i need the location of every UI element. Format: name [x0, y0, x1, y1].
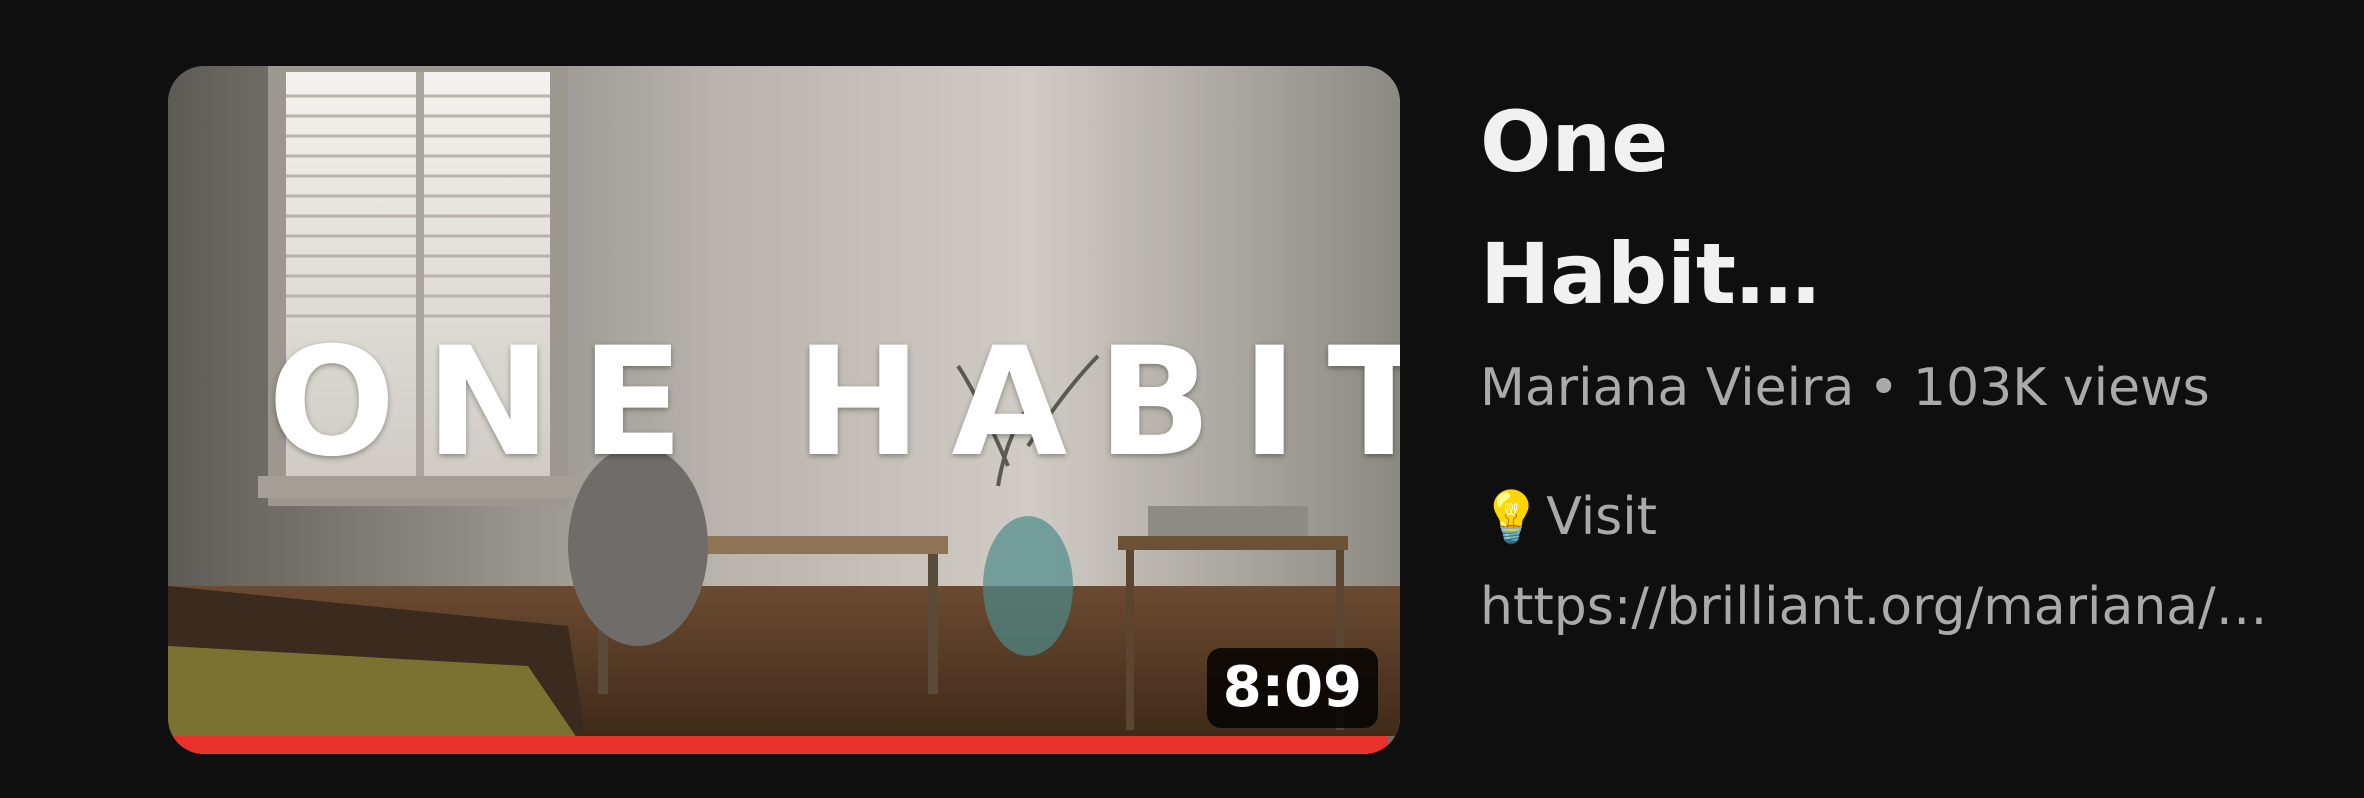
watch-progress-bar: [168, 736, 1400, 754]
video-details: One Habit… Mariana Vieira • 103K views 💡Vi…: [1480, 76, 2320, 652]
lightbulb-icon: 💡: [1480, 488, 1543, 546]
video-metadata: Mariana Vieira • 103K views: [1480, 358, 2320, 418]
video-title-line2[interactable]: Habit…: [1480, 208, 2320, 340]
watch-progress-fill: [168, 736, 1388, 754]
video-title-line1[interactable]: One: [1480, 76, 2320, 208]
video-title[interactable]: One Habit…: [1480, 76, 2320, 340]
video-description: 💡Visit https://brilliant.org/mariana/…: [1480, 472, 2320, 652]
description-link[interactable]: https://brilliant.org/mariana/…: [1480, 577, 2268, 637]
description-line1: 💡Visit: [1480, 472, 2320, 562]
description-text: Visit: [1546, 487, 1658, 547]
meta-separator: •: [1868, 358, 1900, 418]
video-thumbnail[interactable]: ONE HABIT. 8:09: [168, 66, 1400, 754]
video-card[interactable]: ONE HABIT. 8:09 One Habit… Mariana Vieir…: [0, 0, 2364, 798]
description-line2: https://brilliant.org/mariana/…: [1480, 562, 2320, 652]
thumbnail-overlay-title: ONE HABIT.: [268, 316, 1400, 490]
view-count: 103K views: [1913, 358, 2210, 418]
channel-name[interactable]: Mariana Vieira: [1480, 358, 1854, 418]
duration-badge: 8:09: [1206, 648, 1378, 728]
